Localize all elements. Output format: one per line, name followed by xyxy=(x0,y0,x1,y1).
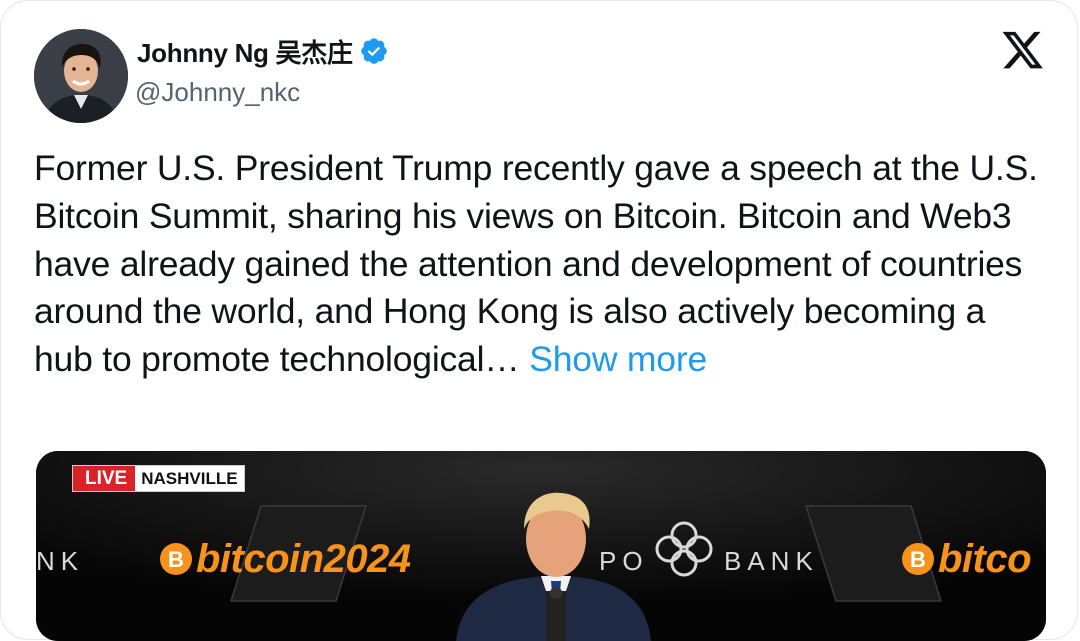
verified-badge-icon xyxy=(360,38,387,64)
bitcoin-year: 2024 xyxy=(323,537,411,581)
tweet-card[interactable]: Johnny Ng 吴杰庄 @Johnny_nkc Former U.S. Pr… xyxy=(0,0,1078,641)
sponsor-left-text: PO xyxy=(599,546,649,576)
location-label: NASHVILLE xyxy=(135,466,244,491)
bitcoin-2024-logo: bitcoin2024 xyxy=(196,537,411,582)
svg-text:B: B xyxy=(910,547,926,572)
show-more-link[interactable]: Show more xyxy=(529,339,707,379)
x-logo-icon[interactable] xyxy=(1001,31,1045,71)
live-label: LIVE xyxy=(73,466,136,491)
sponsor-bank-text: BANK xyxy=(724,546,819,576)
author-handle[interactable]: @Johnny_nkc xyxy=(135,77,300,108)
author-name-row[interactable]: Johnny Ng 吴杰庄 xyxy=(137,31,389,71)
avatar-photo xyxy=(34,29,128,123)
tweet-body: Former U.S. President Trump recently gav… xyxy=(34,145,1044,384)
author-display-name[interactable]: Johnny Ng 吴杰庄 xyxy=(137,33,353,70)
tweet-media-video[interactable]: B B LIVE NASHVILLE NK bitcoin2024 PO BAN… xyxy=(36,451,1046,641)
live-badge: LIVE NASHVILLE xyxy=(72,465,245,492)
bitcoin-logo-right: bitco xyxy=(938,537,1032,581)
banner-left-text: NK xyxy=(36,546,85,576)
svg-text:B: B xyxy=(168,547,184,572)
avatar[interactable] xyxy=(34,29,128,123)
bitcoin-word: bitcoin xyxy=(196,537,324,581)
